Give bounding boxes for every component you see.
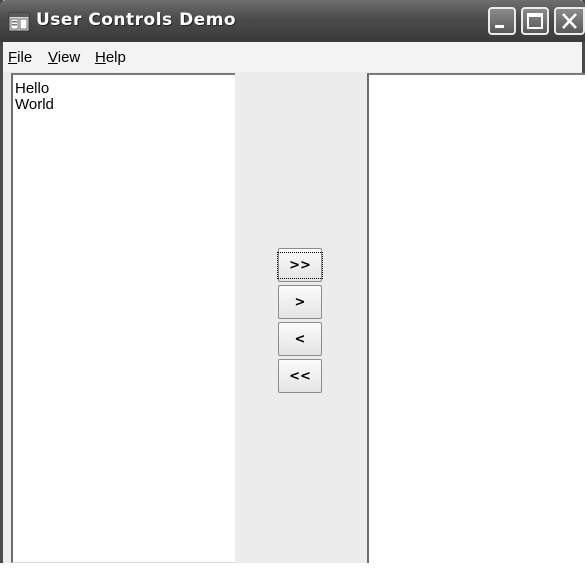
app-window-icon (8, 12, 30, 32)
minimize-icon (495, 25, 504, 28)
window-title: User Controls Demo (36, 10, 237, 30)
menu-file-label: ile (17, 49, 33, 66)
window-bottom-border (0, 563, 585, 571)
list-item[interactable]: World (13, 97, 235, 113)
menu-file-accelerator: F (8, 49, 18, 66)
source-list[interactable]: Hello World (11, 73, 235, 563)
menu-view-accelerator: V (48, 49, 58, 66)
close-button[interactable] (554, 7, 585, 35)
menu-view[interactable]: View (48, 49, 80, 66)
move-all-left-label: << (289, 368, 311, 384)
destination-list[interactable] (367, 73, 585, 563)
maximize-icon (527, 13, 543, 29)
move-all-right-label: >> (277, 251, 323, 279)
move-left-label: < (294, 331, 306, 347)
menu-file[interactable]: File (8, 49, 32, 66)
menu-help[interactable]: Help (95, 49, 126, 66)
list-item[interactable]: Hello (13, 81, 235, 97)
move-left-button[interactable]: < (278, 322, 322, 356)
menu-help-accelerator: H (95, 49, 106, 66)
move-right-button[interactable]: > (278, 285, 322, 319)
title-bar[interactable]: User Controls Demo (0, 0, 585, 42)
close-icon (562, 13, 577, 29)
move-all-left-button[interactable]: << (278, 359, 322, 393)
move-right-label: > (294, 294, 306, 310)
menu-bar: File View Help (3, 42, 582, 72)
maximize-button[interactable] (521, 7, 549, 35)
menu-view-label: iew (57, 49, 81, 66)
minimize-button[interactable] (488, 7, 516, 35)
move-all-right-button[interactable]: >> (277, 248, 323, 282)
menu-help-label: elp (105, 49, 126, 66)
